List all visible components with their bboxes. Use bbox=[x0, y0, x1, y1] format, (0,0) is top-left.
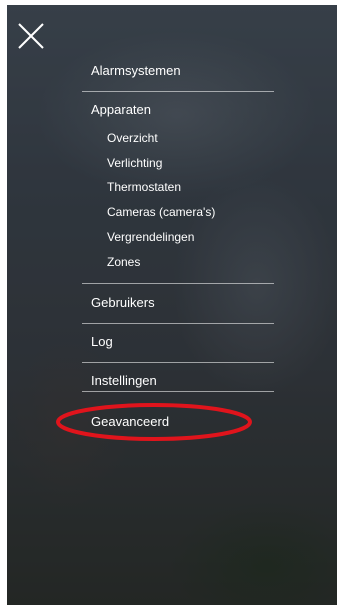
menu-item-alarm-systems[interactable]: Alarmsystemen bbox=[82, 63, 274, 79]
menu-item-devices[interactable]: Apparaten bbox=[82, 102, 274, 118]
menu-divider bbox=[82, 283, 274, 284]
submenu-item-cameras[interactable]: Cameras (camera's) bbox=[107, 205, 215, 220]
menu-item-users[interactable]: Gebruikers bbox=[82, 295, 274, 311]
phone-screen: Alarmsystemen Apparaten Overzicht Verlic… bbox=[7, 5, 337, 605]
menu-divider bbox=[82, 391, 274, 392]
close-button[interactable] bbox=[16, 21, 46, 51]
menu-item-advanced[interactable]: Geavanceerd bbox=[82, 414, 274, 430]
submenu-item-locks[interactable]: Vergrendelingen bbox=[107, 230, 194, 245]
menu-item-settings[interactable]: Instellingen bbox=[82, 373, 274, 389]
menu-item-log[interactable]: Log bbox=[82, 334, 274, 350]
menu-divider bbox=[82, 323, 274, 324]
submenu-item-zones[interactable]: Zones bbox=[107, 255, 140, 270]
close-icon bbox=[18, 23, 44, 49]
submenu-item-lighting[interactable]: Verlichting bbox=[107, 156, 162, 171]
menu-divider bbox=[82, 362, 274, 363]
menu-divider bbox=[82, 91, 274, 92]
submenu-item-overview[interactable]: Overzicht bbox=[107, 131, 158, 146]
submenu-item-thermostats[interactable]: Thermostaten bbox=[107, 180, 181, 195]
